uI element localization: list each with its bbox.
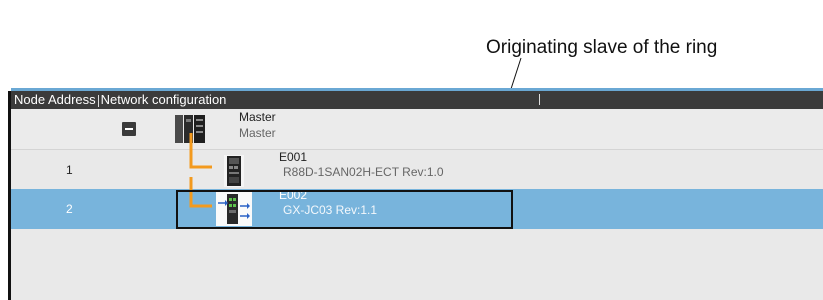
originating-slave-highlight bbox=[176, 190, 513, 229]
